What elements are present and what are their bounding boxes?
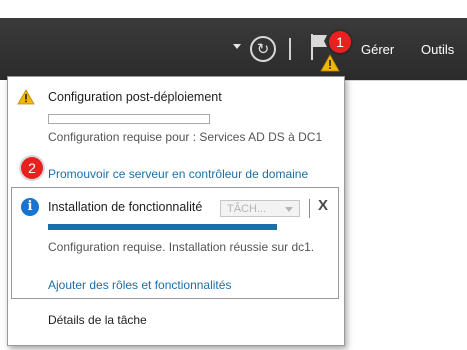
callout-badge-2: 2 (21, 157, 43, 179)
menu-tools[interactable]: Outils (421, 42, 454, 57)
top-strip (0, 0, 467, 18)
add-roles-link[interactable]: Ajouter des rôles et fonctionnalités (48, 278, 231, 292)
refresh-icon[interactable]: ↻ (250, 36, 276, 62)
feature-install-title: Installation de fonctionnalité (48, 200, 203, 214)
post-deploy-progress-bar (48, 114, 210, 124)
promote-server-link[interactable]: Promouvoir ce serveur en contrôleur de d… (48, 167, 308, 181)
feature-install-notification: i Installation de fonctionnalité TÂCH...… (11, 187, 339, 299)
post-deploy-title: Configuration post-déploiement (48, 90, 222, 104)
chevron-down-icon[interactable] (233, 44, 241, 49)
feature-install-status: Configuration requise. Installation réus… (48, 240, 315, 254)
task-select-value: TÂCH... (227, 203, 267, 215)
warning-icon (17, 89, 35, 105)
feature-install-progress-bar (48, 224, 277, 230)
panel-divider (344, 80, 467, 81)
warning-icon (320, 54, 340, 72)
separator (309, 199, 310, 218)
info-icon: i (21, 198, 39, 216)
toolbar-separator (289, 38, 291, 60)
chevron-down-icon (285, 207, 293, 212)
menu-manage[interactable]: Gérer (361, 42, 394, 57)
task-details-link[interactable]: Détails de la tâche (48, 313, 147, 327)
close-icon[interactable]: X (318, 197, 328, 214)
callout-badge-1: 1 (329, 31, 351, 53)
notifications-popup: Configuration post-déploiement Configura… (7, 76, 345, 346)
server-manager-toolbar (0, 18, 467, 80)
task-select[interactable]: TÂCH... (220, 200, 300, 217)
post-deploy-requirement: Configuration requise pour : Services AD… (48, 130, 323, 144)
